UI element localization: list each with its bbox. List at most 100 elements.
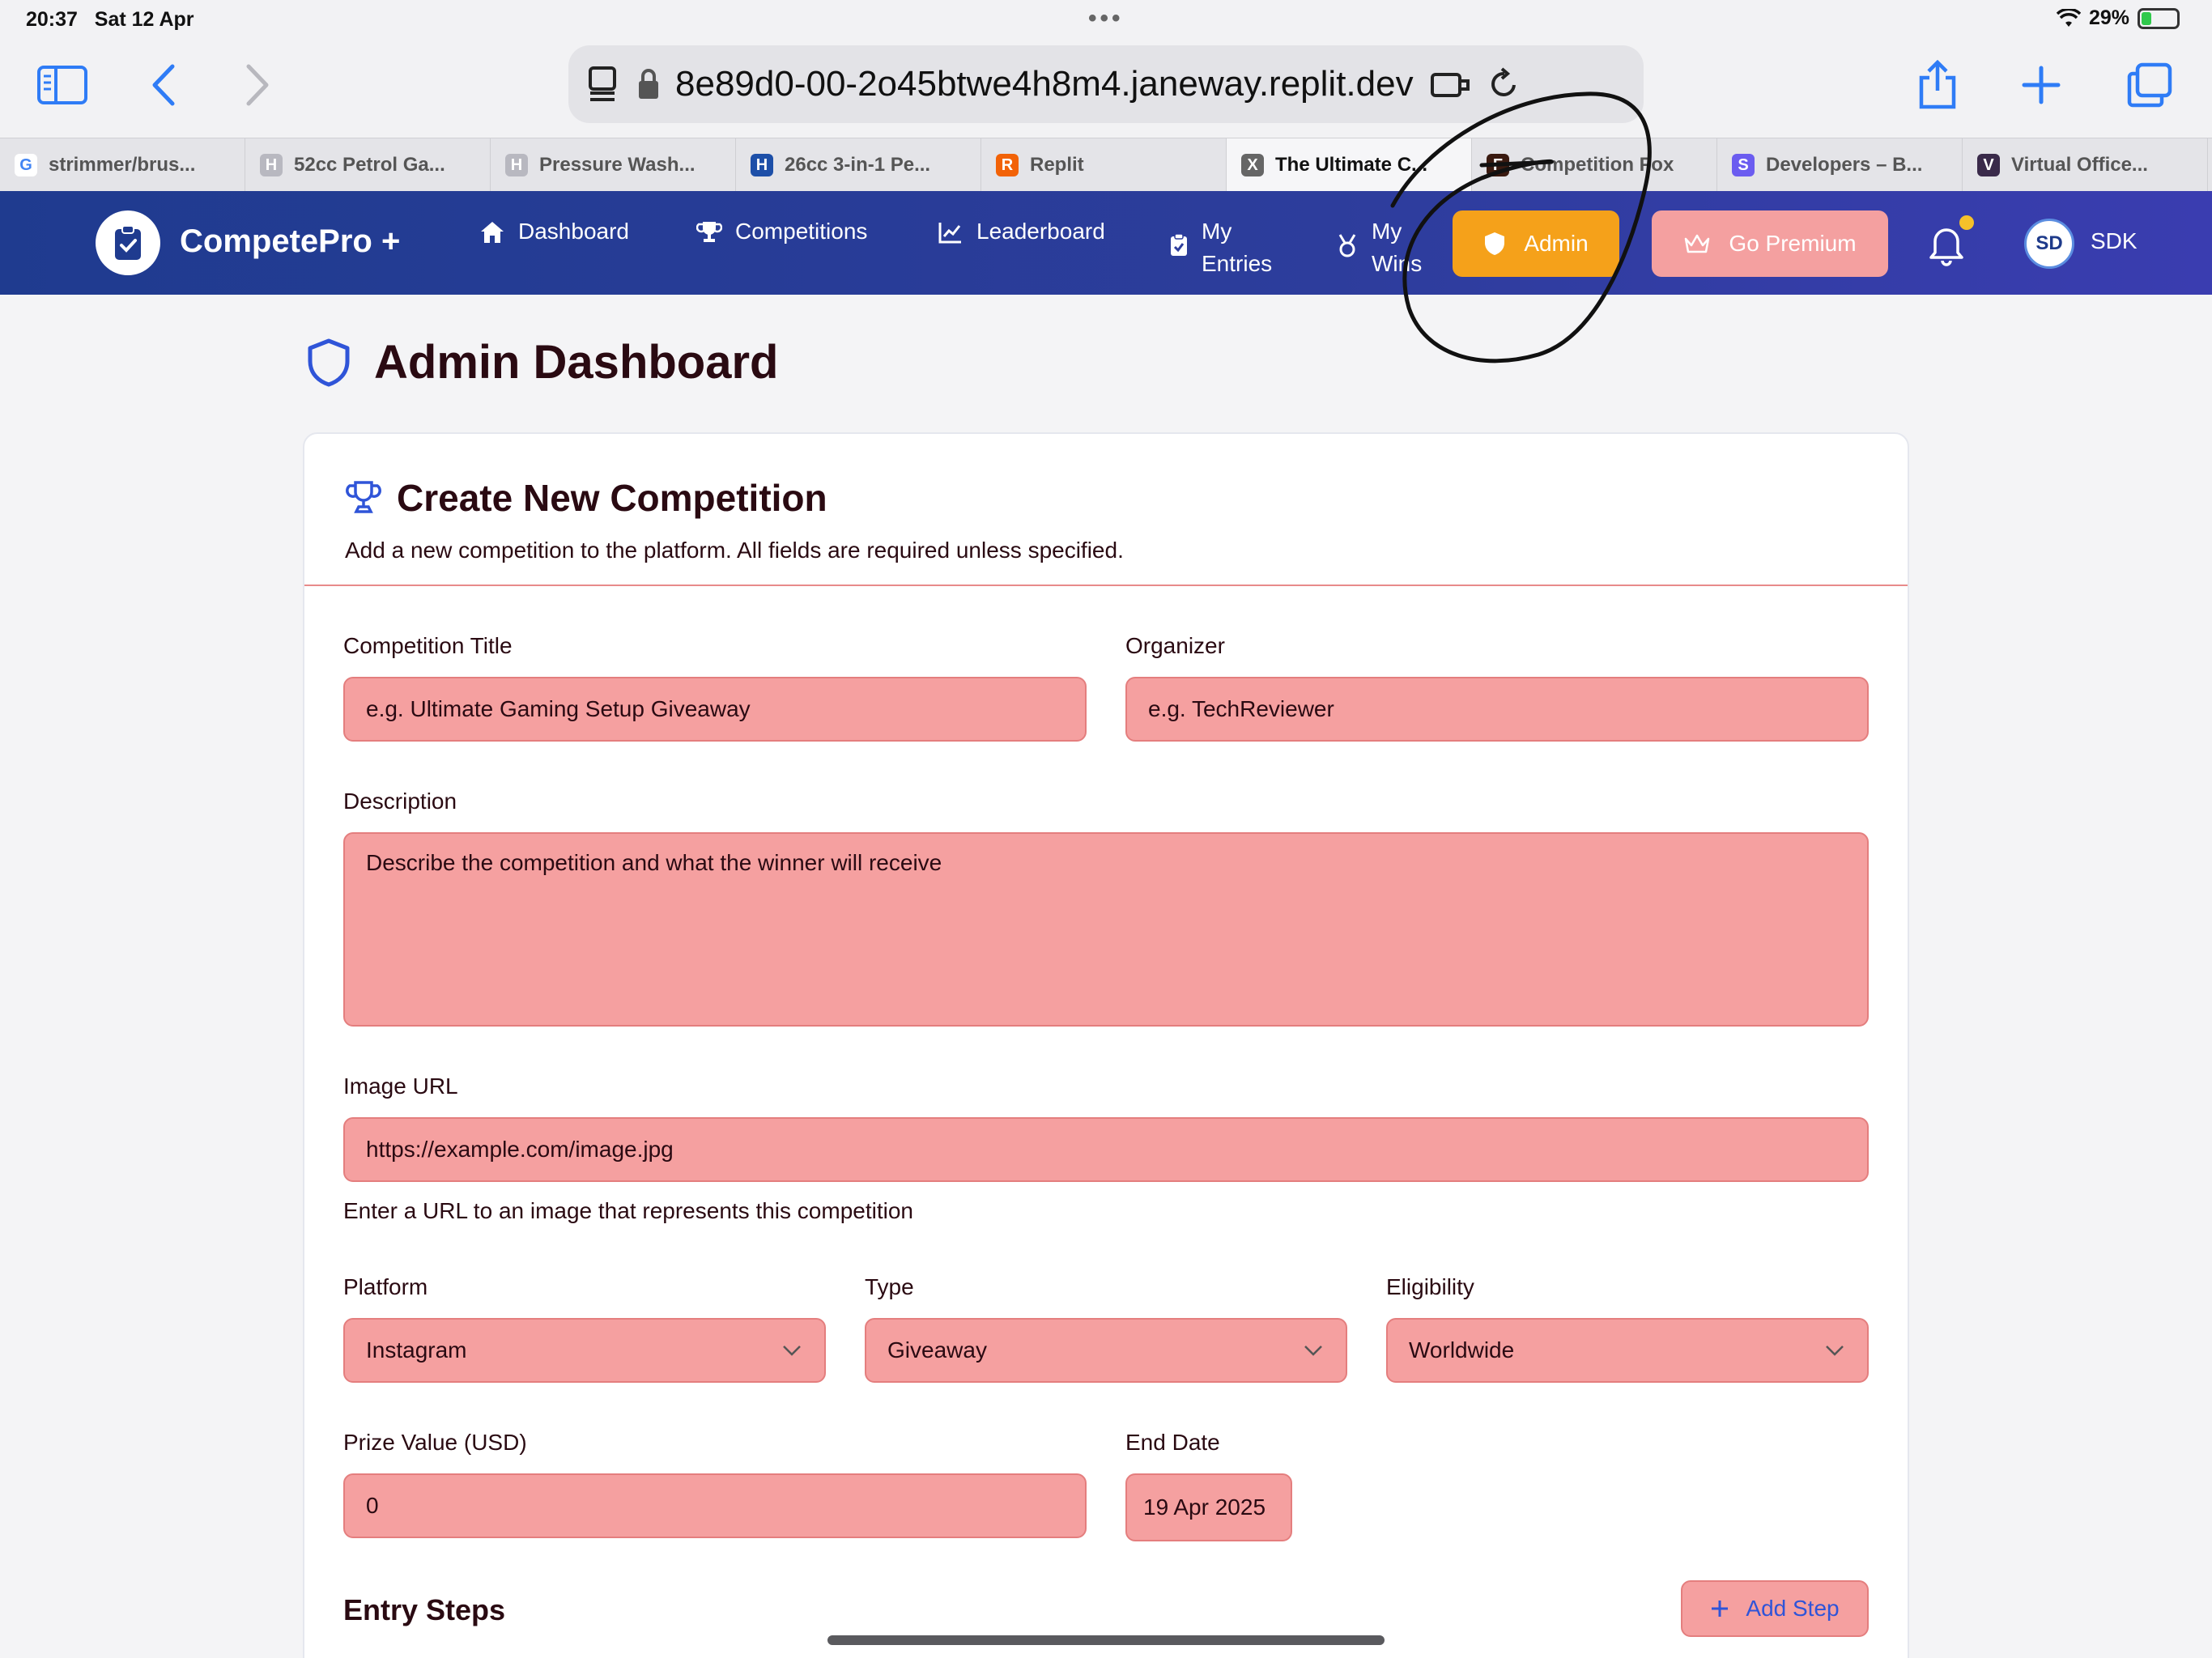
notification-dot <box>1959 215 1974 230</box>
tab-favicon-icon: F <box>1487 154 1509 176</box>
address-bar[interactable]: 8e89d0-00-2o45btwe4h8m4.janeway.replit.d… <box>568 45 1644 123</box>
admin-button[interactable]: Admin <box>1453 210 1619 277</box>
sidebar-toggle-icon[interactable] <box>34 57 91 113</box>
tab-favicon-icon: S <box>1732 154 1755 176</box>
card-subtitle: Add a new competition to the platform. A… <box>345 538 1124 563</box>
page-title-text: Admin Dashboard <box>374 336 779 389</box>
battery-percent: 29% <box>2088 6 2129 29</box>
tab-label: Competition Fox <box>1521 154 1674 176</box>
plus-icon <box>1712 1601 1729 1617</box>
new-tab-icon[interactable] <box>2013 57 2069 113</box>
add-step-button[interactable]: Add Step <box>1681 1580 1869 1637</box>
app-navbar: CompetePro + Dashboard Competitions Lead… <box>0 191 2212 295</box>
tab-favicon-icon: H <box>260 154 283 176</box>
entry-steps-title: Entry Steps <box>343 1593 506 1626</box>
status-time: 20:37 Sat 12 Apr <box>26 8 194 31</box>
trophy-icon <box>696 222 722 242</box>
notifications-bell-icon[interactable] <box>1927 215 1976 272</box>
home-indicator[interactable] <box>827 1635 1385 1645</box>
logo-icon[interactable] <box>96 210 160 275</box>
tab-favicon-icon: H <box>505 154 528 176</box>
username[interactable]: SDK <box>2091 228 2138 254</box>
organizer-input[interactable]: e.g. TechReviewer <box>1125 677 1869 742</box>
tab-label: Developers – B... <box>1766 154 1923 176</box>
card-header: Create New Competition Add a new competi… <box>304 434 1908 586</box>
eligibility-label: Eligibility <box>1386 1274 1474 1299</box>
tab-label: Pressure Wash... <box>539 154 696 176</box>
competition-title-label: Competition Title <box>343 633 513 658</box>
back-icon[interactable] <box>136 57 193 113</box>
battery-icon <box>2138 7 2180 29</box>
home-icon <box>481 222 504 243</box>
tab-label: strimmer/brus... <box>49 154 196 176</box>
trophy-outline-icon <box>346 481 381 513</box>
prize-value-label: Prize Value (USD) <box>343 1430 527 1455</box>
tab-label: Virtual Office... <box>2011 154 2148 176</box>
platform-label: Platform <box>343 1274 428 1299</box>
browser-tab[interactable]: Gstrimmer/brus... <box>0 138 245 192</box>
tab-favicon-icon: G <box>15 154 37 176</box>
shield-outline-icon <box>308 338 350 386</box>
end-date-label: End Date <box>1125 1430 1220 1455</box>
tab-favicon-icon: X <box>1241 154 1264 176</box>
chevron-down-icon <box>1304 1346 1322 1356</box>
url-text[interactable]: 8e89d0-00-2o45btwe4h8m4.janeway.replit.d… <box>675 64 1414 104</box>
tab-label: Replit <box>1030 154 1084 176</box>
nav-dashboard[interactable]: Dashboard <box>479 215 629 248</box>
multitasking-dots-icon[interactable]: ••• <box>1088 5 1124 32</box>
browser-tab[interactable]: H Pressure Wash... <box>491 138 736 192</box>
browser-tab[interactable]: V Virtual Office... <box>1963 138 2208 192</box>
app-logo-text[interactable]: CompetePro + <box>180 223 400 260</box>
eligibility-select[interactable]: Worldwide <box>1386 1318 1869 1383</box>
card-title: Create New Competition <box>397 477 827 519</box>
nav-leaderboard[interactable]: Leaderboard <box>938 215 1105 248</box>
browser-tab[interactable]: R Replit <box>981 138 1227 192</box>
extensions-icon[interactable] <box>1430 68 1470 100</box>
go-premium-button[interactable]: Go Premium <box>1652 210 1888 277</box>
tab-favicon-icon: R <box>996 154 1019 176</box>
tab-bar: Gstrimmer/brus... H 52cc Petrol Ga... H Pres… <box>0 138 2212 192</box>
tab-favicon-icon: H <box>751 154 773 176</box>
browser-tab[interactable]: F Competition Fox <box>1472 138 1717 192</box>
end-date-input[interactable]: 19 Apr 2025 <box>1125 1473 1292 1541</box>
shield-icon <box>1485 232 1505 255</box>
browser-tab[interactable]: S Developers – B... <box>1717 138 1963 192</box>
competition-title-input[interactable]: e.g. Ultimate Gaming Setup Giveaway <box>343 677 1087 742</box>
image-url-help: Enter a URL to an image that represents … <box>343 1198 913 1223</box>
image-url-label: Image URL <box>343 1073 458 1099</box>
organizer-label: Organizer <box>1125 633 1225 658</box>
tab-label: 26cc 3-in-1 Pe... <box>785 154 931 176</box>
forward-icon[interactable] <box>228 57 285 113</box>
wifi-icon <box>2056 8 2081 27</box>
status-bar: 20:37 Sat 12 Apr ••• 29% <box>0 0 2212 39</box>
browser-tab[interactable]: H 26cc 3-in-1 Pe... <box>736 138 981 192</box>
prize-value-input[interactable]: 0 <box>343 1473 1087 1538</box>
tab-overview-icon[interactable] <box>2121 57 2178 113</box>
browser-toolbar: 8e89d0-00-2o45btwe4h8m4.janeway.replit.d… <box>0 39 2212 138</box>
share-icon[interactable] <box>1909 57 1966 113</box>
reload-icon[interactable] <box>1488 67 1521 101</box>
chevron-down-icon <box>1826 1346 1844 1356</box>
browser-tab[interactable]: X The Ultimate C... <box>1227 138 1472 192</box>
type-label: Type <box>865 1274 914 1299</box>
nav-my-wins[interactable]: My Wins <box>1336 215 1422 280</box>
image-url-input[interactable]: https://example.com/image.jpg <box>343 1117 1869 1182</box>
nav-my-entries[interactable]: My Entries <box>1169 215 1272 280</box>
chevron-down-icon <box>783 1346 801 1356</box>
page-title: Admin Dashboard <box>306 335 779 389</box>
tab-label: 52cc Petrol Ga... <box>294 154 445 176</box>
nav-competitions[interactable]: Competitions <box>696 215 867 248</box>
description-textarea[interactable]: Describe the competition and what the wi… <box>343 832 1869 1027</box>
tab-favicon-icon: V <box>1977 154 2000 176</box>
medal-icon <box>1338 234 1356 257</box>
platform-select[interactable]: Instagram <box>343 1318 826 1383</box>
reader-icon[interactable] <box>588 66 622 103</box>
type-select[interactable]: Giveaway <box>865 1318 1347 1383</box>
tab-label: The Ultimate C... <box>1275 154 1428 176</box>
browser-tab[interactable]: H 52cc Petrol Ga... <box>245 138 491 192</box>
avatar[interactable]: SD <box>2024 219 2074 269</box>
chart-line-icon <box>938 223 961 244</box>
status-right: 29% <box>2056 6 2180 30</box>
clipboard-check-icon <box>1171 233 1187 256</box>
lock-icon <box>639 69 658 99</box>
